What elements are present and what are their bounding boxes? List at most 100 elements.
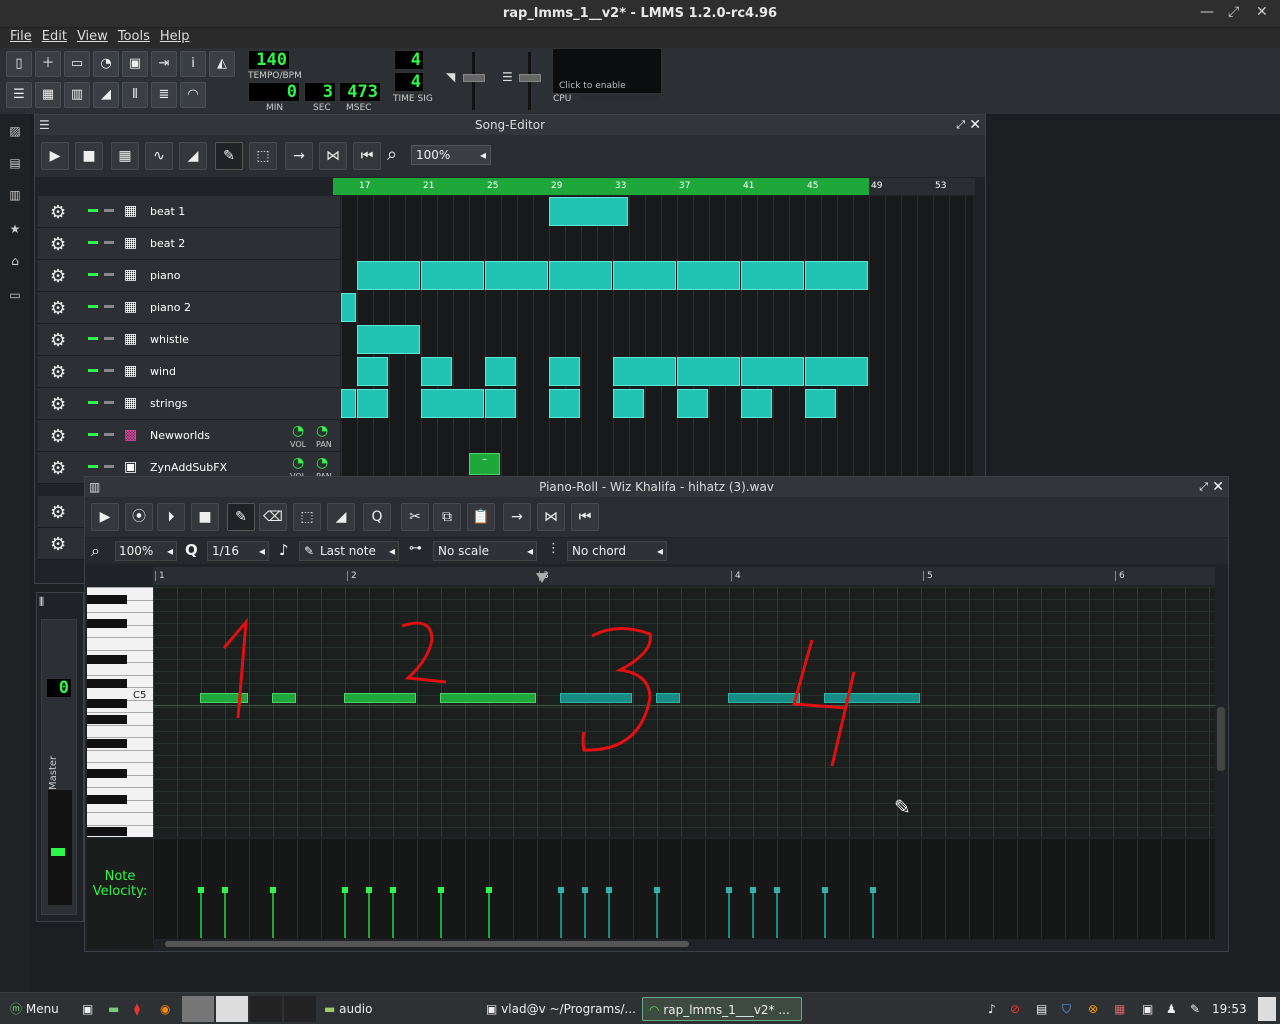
velocity-handle[interactable] [558, 887, 564, 893]
firefox-launcher-icon[interactable]: ◉ [154, 997, 176, 1021]
velocity-handle[interactable] [438, 887, 444, 893]
velocity-handle[interactable] [342, 887, 348, 893]
white-key[interactable] [87, 762, 153, 763]
velocity-handle[interactable] [198, 887, 204, 893]
task-terminal[interactable]: ▣ vlad@v ~/Programs/... [480, 997, 640, 1021]
pdf-launcher-icon[interactable]: ⧫ [128, 997, 150, 1021]
recent-projects-icon[interactable]: ◔ [93, 51, 119, 77]
clip[interactable] [805, 389, 836, 418]
track-name[interactable]: Newworlds [150, 429, 210, 442]
auto-scroll-icon[interactable]: → [503, 503, 531, 531]
clip[interactable] [485, 389, 516, 418]
controller-rack-icon[interactable]: ◠ [180, 82, 206, 108]
save-icon[interactable]: ▣ [122, 51, 148, 77]
clip[interactable] [357, 357, 388, 386]
add-automation-track-icon[interactable]: ◢ [179, 142, 207, 170]
maximize-icon[interactable]: ⤢ [956, 115, 965, 135]
my-presets-icon[interactable]: ★ [6, 222, 24, 238]
white-key[interactable] [87, 812, 153, 813]
edit-mode-icon[interactable]: ⬚ [249, 142, 277, 170]
beat-track-icon[interactable]: ▦ [124, 299, 142, 315]
task-lmms[interactable]: ◠ rap_lmms_1___v2* ... [642, 997, 802, 1021]
menu-edit[interactable]: Edit [42, 29, 67, 44]
white-key[interactable] [87, 737, 153, 738]
beat-editor-icon[interactable]: ▦ [35, 82, 61, 108]
velocity-handle[interactable] [750, 887, 756, 893]
files-launcher-icon[interactable]: ▬ [102, 997, 124, 1021]
velocity-bar[interactable] [392, 890, 394, 938]
gear-icon[interactable]: ⚙ [50, 234, 66, 255]
stop-icon[interactable]: ■ [191, 503, 219, 531]
clip[interactable] [421, 389, 484, 418]
track-row[interactable]: ⚙ ▦ beat 2 [38, 228, 340, 260]
info-icon[interactable]: i [180, 51, 206, 77]
piano-keyboard[interactable] [87, 587, 153, 837]
us-flag-icon[interactable]: ▦ [1108, 997, 1130, 1021]
velocity-area[interactable] [153, 839, 1215, 939]
solo-toggle[interactable] [104, 337, 114, 340]
black-key[interactable] [87, 699, 127, 708]
white-key[interactable] [87, 637, 153, 638]
black-key[interactable] [87, 739, 127, 748]
project-notes-icon[interactable]: ≣ [151, 82, 177, 108]
menu-tools[interactable]: Tools [118, 29, 150, 44]
gear-icon[interactable]: ⚙ [50, 362, 66, 383]
quantize-select[interactable]: 1/16 ◂ [207, 541, 269, 561]
horizontal-scrollbar[interactable] [165, 941, 689, 947]
quantize-icon[interactable]: Q [363, 503, 391, 531]
loop-region[interactable] [333, 178, 869, 195]
white-key[interactable] [87, 749, 153, 751]
track-name[interactable]: piano [150, 269, 180, 282]
metronome-icon[interactable]: ◭ [209, 51, 235, 77]
track-row[interactable]: ⚙ ▦ wind [38, 356, 340, 388]
show-desktop-button[interactable] [1258, 997, 1276, 1021]
velocity-bar[interactable] [200, 890, 202, 938]
draw-mode-icon[interactable]: ✎ [215, 142, 243, 170]
cut-icon[interactable]: ✂ [401, 503, 429, 531]
mute-toggle[interactable] [88, 465, 98, 468]
mixer-icon[interactable]: ⫴ [122, 82, 148, 108]
clip[interactable] [485, 261, 548, 290]
solo-toggle[interactable] [104, 465, 114, 468]
piano-roll-icon[interactable]: ▥ [64, 82, 90, 108]
clip[interactable] [549, 389, 580, 418]
mute-toggle[interactable] [88, 401, 98, 404]
pan-knob-icon[interactable]: ◔ [316, 423, 328, 439]
black-key[interactable] [87, 715, 127, 724]
white-key[interactable] [87, 724, 153, 726]
track-row[interactable]: ⚙ ▦ whistle [38, 324, 340, 356]
open-project-icon[interactable]: ▭ [64, 51, 90, 77]
export-icon[interactable]: ⇥ [151, 51, 177, 77]
gear-icon[interactable]: ⚙ [50, 266, 66, 287]
mute-toggle[interactable] [88, 241, 98, 244]
select-mode-icon[interactable]: ⬚ [293, 503, 321, 531]
menu-file[interactable]: File [10, 29, 32, 44]
clip[interactable] [741, 357, 804, 386]
track-row[interactable]: ⚙ ▦ beat 1 [38, 196, 340, 228]
velocity-handle[interactable] [366, 887, 372, 893]
loop-points-icon[interactable]: ⋈ [319, 142, 347, 170]
loop-points-icon[interactable]: ⋈ [537, 503, 565, 531]
solo-toggle[interactable] [104, 209, 114, 212]
stop-behaviour-icon[interactable]: ⏮ [353, 142, 381, 170]
velocity-bar[interactable] [752, 890, 754, 938]
black-key[interactable] [87, 655, 127, 664]
scale-select[interactable]: No scale ◂ [433, 541, 537, 561]
zynaddsubfx-plugin-icon[interactable]: ▣ [124, 459, 142, 475]
gear-icon[interactable]: ⚙ [50, 202, 66, 223]
beat-track-icon[interactable]: ▦ [124, 331, 142, 347]
track-row[interactable]: ⚙ ▦ strings [38, 388, 340, 420]
zoom-select[interactable]: 100% ◂ [115, 541, 177, 561]
clip[interactable] [421, 357, 452, 386]
velocity-bar[interactable] [344, 890, 346, 938]
clip[interactable] [613, 261, 676, 290]
solo-toggle[interactable] [104, 401, 114, 404]
vol-knob-icon[interactable]: ◔ [292, 455, 304, 471]
mute-toggle[interactable] [88, 273, 98, 276]
velocity-handle[interactable] [270, 887, 276, 893]
clip[interactable] [341, 389, 356, 418]
workspace-1[interactable] [182, 996, 214, 1022]
record-icon[interactable]: ⦿ [125, 503, 153, 531]
cpu-graph[interactable]: Click to enable [552, 48, 662, 94]
solo-toggle[interactable] [104, 369, 114, 372]
